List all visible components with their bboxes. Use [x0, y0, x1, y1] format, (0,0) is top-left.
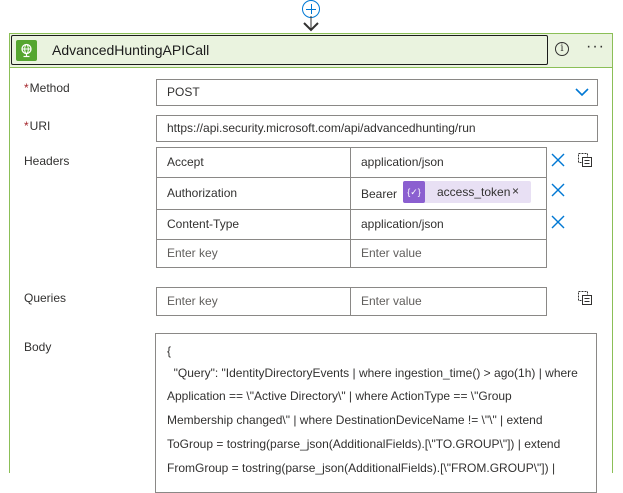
- header-value-input[interactable]: Enter value: [350, 239, 547, 268]
- query-value-input[interactable]: Enter value: [350, 287, 547, 316]
- required-marker: *: [24, 81, 29, 95]
- header-value-authorization[interactable]: Bearer {✓} access_token ×: [350, 177, 547, 210]
- header-key-authorization[interactable]: Authorization: [156, 177, 351, 210]
- body-line: FromGroup = tostring(parse_json(Addition…: [167, 461, 556, 475]
- headers-label: Headers: [24, 154, 70, 168]
- body-line: Application == \"Active Directory\" | wh…: [167, 389, 512, 403]
- uri-label: *URI: [24, 119, 51, 133]
- method-select[interactable]: POST: [156, 79, 598, 106]
- action-header[interactable]: AdvancedHuntingAPICall i ···: [10, 34, 612, 68]
- uri-input[interactable]: https://api.security.microsoft.com/api/a…: [156, 115, 598, 142]
- more-options-button[interactable]: ···: [586, 38, 605, 56]
- action-title-box[interactable]: AdvancedHuntingAPICall: [11, 35, 548, 65]
- body-line: ToGroup = tostring(parse_json(Additional…: [167, 437, 561, 451]
- body-label: Body: [24, 340, 52, 354]
- header-value-content-type[interactable]: application/json: [350, 209, 547, 240]
- body-line: "Query": "IdentityDirectoryEvents | wher…: [167, 366, 578, 380]
- uri-value: https://api.security.microsoft.com/api/a…: [167, 121, 476, 135]
- switch-to-text-mode-icon[interactable]: [577, 290, 593, 306]
- expression-icon: {✓}: [403, 181, 425, 203]
- method-label: *Method: [24, 81, 70, 95]
- body-line: Membership changed\" | where Destination…: [167, 413, 543, 427]
- header-key-input[interactable]: Enter key: [156, 239, 351, 268]
- header-key-accept[interactable]: Accept: [156, 147, 351, 178]
- required-marker: *: [24, 119, 29, 133]
- token-label: access_token: [437, 185, 511, 199]
- delete-row-icon[interactable]: [551, 183, 565, 197]
- switch-to-text-mode-icon[interactable]: [577, 152, 593, 168]
- delete-row-icon[interactable]: [551, 215, 565, 229]
- access-token-chip[interactable]: {✓} access_token ×: [403, 181, 531, 203]
- body-line: {: [167, 344, 172, 358]
- header-value-accept[interactable]: application/json: [350, 147, 547, 178]
- method-value: POST: [167, 85, 200, 99]
- arrow-down-icon: [303, 16, 319, 32]
- bearer-text: Bearer: [361, 187, 398, 201]
- info-icon[interactable]: i: [555, 42, 569, 56]
- query-key-input[interactable]: Enter key: [156, 287, 351, 316]
- delete-row-icon[interactable]: [551, 153, 565, 167]
- queries-label: Queries: [24, 291, 67, 305]
- chevron-down-icon: [575, 88, 589, 97]
- body-input[interactable]: { "Query": "IdentityDirectoryEvents | wh…: [155, 333, 597, 493]
- header-key-content-type[interactable]: Content-Type: [156, 209, 351, 240]
- remove-token-button[interactable]: ×: [512, 184, 519, 198]
- globe-icon: [16, 40, 37, 61]
- action-title[interactable]: AdvancedHuntingAPICall: [52, 42, 209, 58]
